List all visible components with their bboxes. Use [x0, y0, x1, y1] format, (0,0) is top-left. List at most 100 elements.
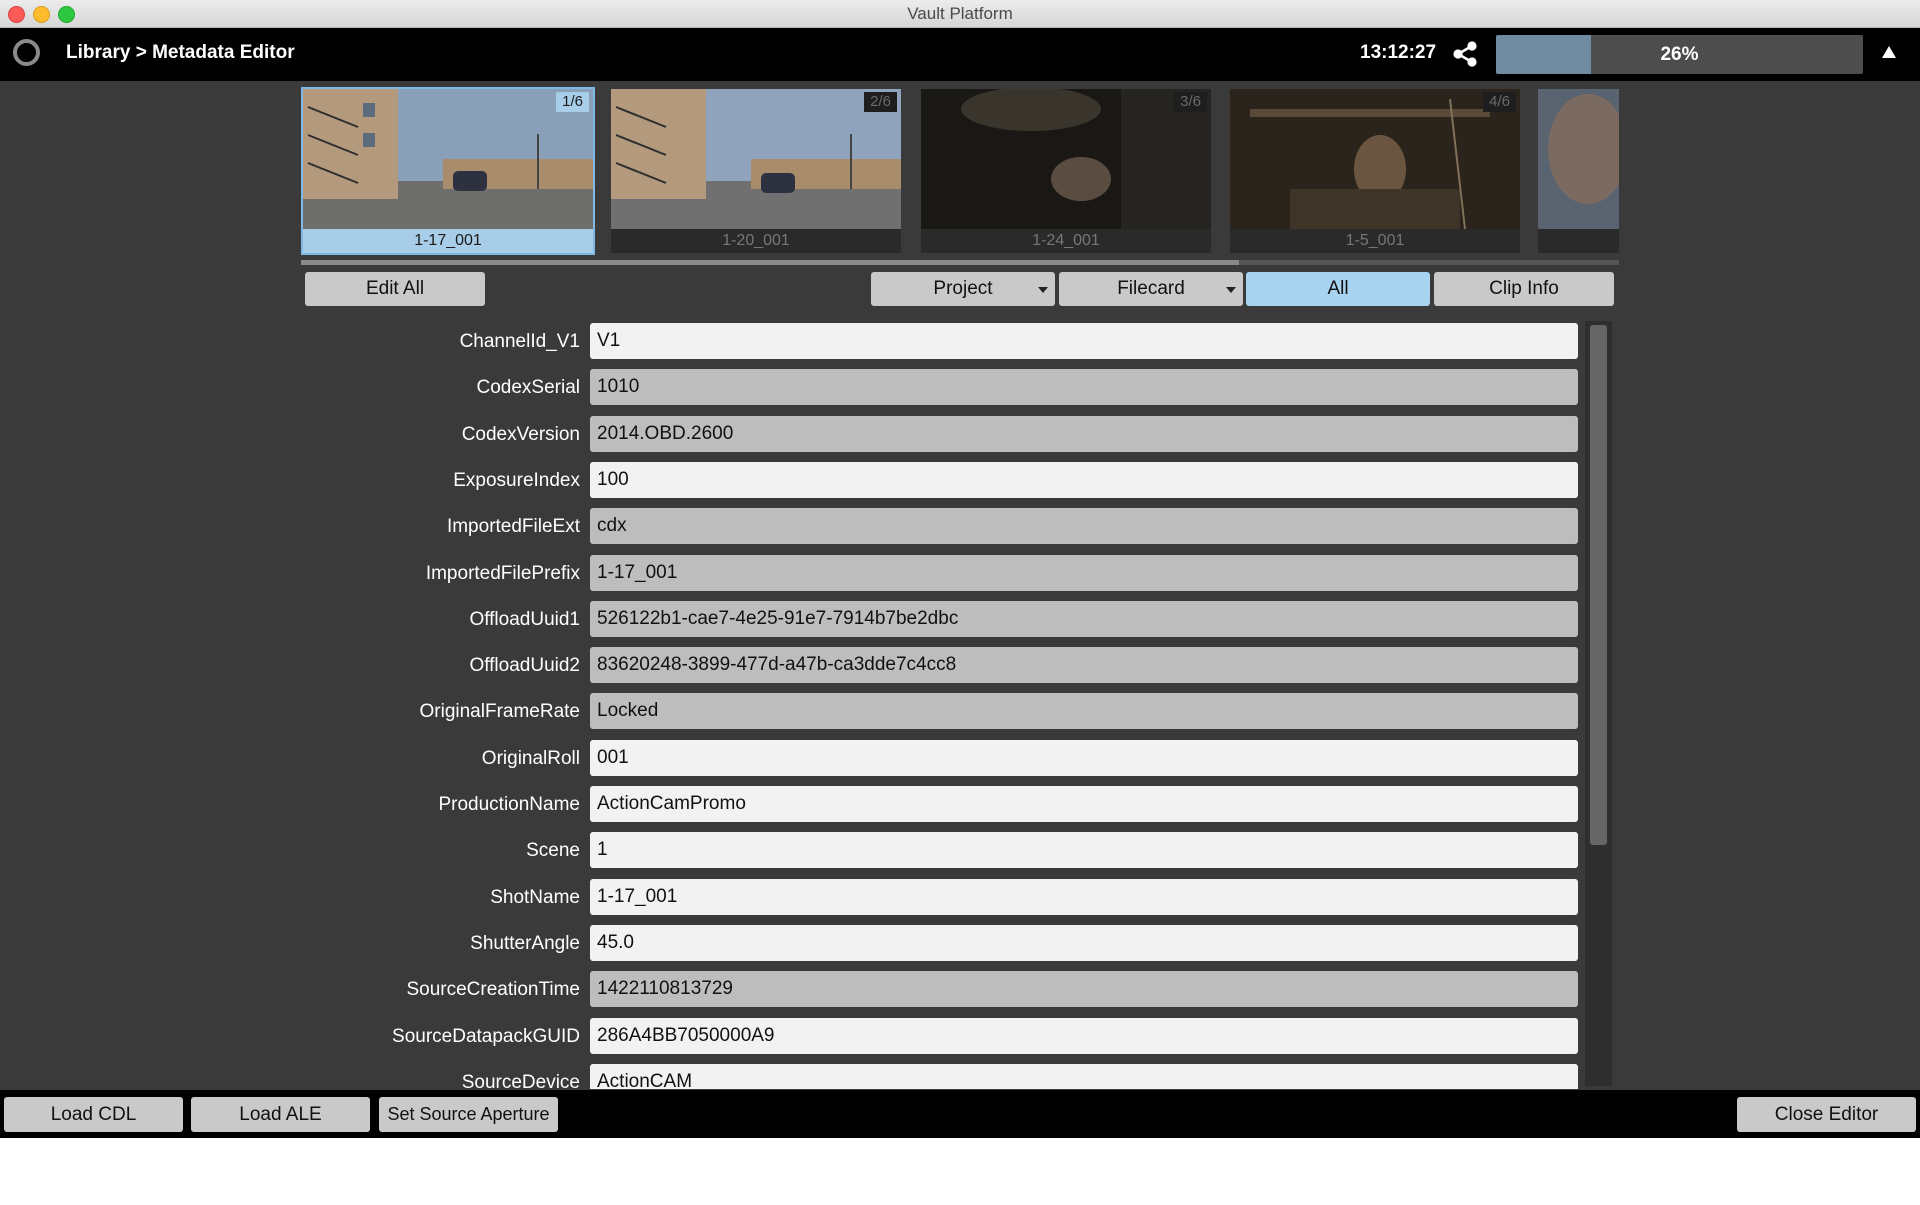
app-logo-icon[interactable] — [13, 39, 40, 66]
field-value-input[interactable]: 1-17_001 — [590, 554, 1578, 591]
field-label: ImportedFilePrefix — [425, 562, 580, 584]
progress-label: 26% — [1660, 44, 1699, 65]
metadata-field-row: ProductionName ActionCamPromo — [0, 786, 1590, 824]
job-progress-bar: 26% — [1496, 35, 1863, 74]
field-label: SourceDevice — [461, 1071, 580, 1089]
field-value-input[interactable]: 1422110813729 — [590, 971, 1578, 1008]
clock: 13:12:27 — [1360, 42, 1437, 63]
clip-index-badge: 1/6 — [556, 92, 589, 112]
field-label: CodexVersion — [461, 423, 580, 445]
metadata-field-row: SourceCreationTime 1422110813729 — [0, 971, 1590, 1009]
metadata-field-row: ShotName 1-17_001 — [0, 878, 1590, 917]
clip-name: 1-5_001 — [1230, 229, 1520, 253]
metadata-field-row: SourceDevice ActionCAM — [0, 1063, 1590, 1089]
load-ale-button[interactable]: Load ALE — [191, 1097, 370, 1132]
field-value-input[interactable]: 45.0 — [590, 924, 1578, 961]
clip-name: 1-24_001 — [921, 229, 1211, 253]
field-label: OriginalFrameRate — [419, 701, 581, 723]
window-shadow-area — [0, 1138, 1920, 1205]
field-value-input[interactable]: 1 — [590, 832, 1578, 869]
field-value-input[interactable]: 1-17_001 — [590, 878, 1578, 915]
metadata-field-row: ExposureIndex 100 — [0, 461, 1590, 500]
clip-frame-image — [921, 89, 1211, 229]
field-label: ProductionName — [438, 794, 580, 815]
clip-thumbnail[interactable] — [1538, 89, 1619, 253]
metadata-field-row: OffloadUuid1 526122b1-cae7-4e25-91e7-7914… — [0, 600, 1590, 639]
set-source-aperture-button[interactable]: Set Source Aperture — [379, 1097, 558, 1132]
field-label: ShotName — [490, 886, 580, 908]
metadata-field-row: ImportedFilePrefix 1-17_001 — [0, 554, 1590, 593]
share-icon[interactable] — [1451, 40, 1479, 68]
clip-thumbnail-strip[interactable]: 1/6 1-17_001 2/6 1-20_001 3/6 1-24_001 4… — [301, 87, 1619, 257]
filecard-dropdown[interactable]: Filecard — [1059, 272, 1243, 306]
thumbnail-scrollbar-thumb[interactable] — [301, 260, 1239, 265]
clip-name: 1-20_001 — [611, 229, 901, 253]
field-label: Scene — [526, 840, 580, 862]
field-value-input[interactable]: 526122b1-cae7-4e25-91e7-7914b7be2dbc — [590, 600, 1578, 637]
field-value-input[interactable]: 286A4BB7050000A9 — [590, 1017, 1578, 1054]
metadata-field-row: ShutterAngle 45.0 — [0, 924, 1590, 963]
filecard-dropdown-label: Filecard — [1117, 278, 1185, 299]
load-cdl-button[interactable]: Load CDL — [4, 1097, 183, 1132]
tab-clip-info[interactable]: Clip Info — [1434, 272, 1614, 306]
metadata-editor-panel: 1/6 1-17_001 2/6 1-20_001 3/6 1-24_001 4… — [0, 81, 1920, 1090]
metadata-field-row: Scene 1 — [0, 832, 1590, 870]
metadata-field-list[interactable]: ChannelId_V1 V1 CodexSerial 1010 CodexVersio… — [0, 319, 1590, 1089]
field-label: SourceCreationTime — [406, 979, 580, 1001]
clip-thumbnail[interactable]: 4/6 1-5_001 — [1230, 89, 1520, 253]
clip-name: 1-17_001 — [303, 229, 593, 253]
chevron-down-icon — [1226, 287, 1236, 293]
field-value-input[interactable]: ActionCAM — [590, 1063, 1578, 1089]
field-value-input[interactable]: Locked — [590, 693, 1578, 730]
footer-bar: Load CDL Load ALE Set Source Aperture Cl… — [0, 1090, 1920, 1138]
chevron-down-icon — [1038, 287, 1048, 293]
field-label: OffloadUuid2 — [469, 655, 580, 677]
clip-index-badge: 4/6 — [1483, 92, 1516, 112]
window-title: Vault Platform — [907, 4, 1013, 23]
field-value-input[interactable]: ActionCamPromo — [590, 786, 1578, 822]
close-editor-button[interactable]: Close Editor — [1737, 1097, 1916, 1132]
metadata-field-row: CodexVersion 2014.OBD.2600 — [0, 415, 1590, 454]
project-dropdown[interactable]: Project — [871, 272, 1055, 306]
clip-frame-image — [1230, 89, 1520, 229]
clip-thumbnail[interactable]: 3/6 1-24_001 — [921, 89, 1211, 253]
field-value-input[interactable]: 83620248-3899-477d-a47b-ca3dde7c4cc8 — [590, 647, 1578, 684]
field-label: ChannelId_V1 — [459, 331, 580, 352]
clip-frame-image — [611, 89, 901, 229]
clip-name — [1538, 229, 1619, 253]
field-label: ShutterAngle — [470, 932, 580, 954]
clip-index-badge: 3/6 — [1174, 92, 1207, 112]
field-value-input[interactable]: 1010 — [590, 369, 1578, 406]
project-dropdown-label: Project — [933, 278, 993, 299]
field-value-input[interactable]: V1 — [590, 323, 1578, 359]
metadata-field-row: ChannelId_V1 V1 — [0, 323, 1590, 361]
field-value-input[interactable]: 100 — [590, 461, 1578, 498]
clip-thumbnail[interactable]: 2/6 1-20_001 — [611, 89, 901, 253]
metadata-field-row: CodexSerial 1010 — [0, 369, 1590, 407]
breadcrumb: Library > Metadata Editor — [66, 42, 295, 63]
app-header: Library > Metadata Editor 13:12:27 26% — [0, 28, 1920, 81]
field-label: SourceDatapackGUID — [392, 1025, 580, 1047]
field-value-input[interactable]: 2014.OBD.2600 — [590, 415, 1578, 452]
clip-index-badge: 2/6 — [864, 92, 897, 112]
collapse-triangle-icon[interactable] — [1882, 46, 1896, 58]
metadata-field-row: OriginalFrameRate Locked — [0, 693, 1590, 731]
metadata-field-row: OffloadUuid2 83620248-3899-477d-a47b-ca3d… — [0, 647, 1590, 685]
clip-frame-image — [1538, 89, 1619, 229]
field-label: ImportedFileExt — [446, 516, 580, 538]
clip-thumbnail[interactable]: 1/6 1-17_001 — [301, 87, 595, 255]
metadata-field-row: SourceDatapackGUID 286A4BB7050000A9 — [0, 1017, 1590, 1056]
field-list-scrollbar-thumb[interactable] — [1590, 325, 1607, 845]
edit-all-button[interactable]: Edit All — [305, 272, 485, 306]
clip-frame-image — [303, 89, 593, 229]
field-list-scrollbar[interactable] — [1585, 321, 1612, 1086]
window-titlebar: Vault Platform — [0, 0, 1920, 28]
field-label: OriginalRoll — [481, 747, 580, 769]
metadata-field-row: ImportedFileExt cdx — [0, 508, 1590, 546]
field-value-input[interactable]: 001 — [590, 739, 1578, 776]
tab-all[interactable]: All — [1246, 272, 1430, 306]
field-label: OffloadUuid1 — [469, 608, 580, 630]
thumbnail-scrollbar[interactable] — [301, 260, 1619, 265]
field-value-input[interactable]: cdx — [590, 508, 1578, 545]
metadata-field-row: OriginalRoll 001 — [0, 739, 1590, 778]
